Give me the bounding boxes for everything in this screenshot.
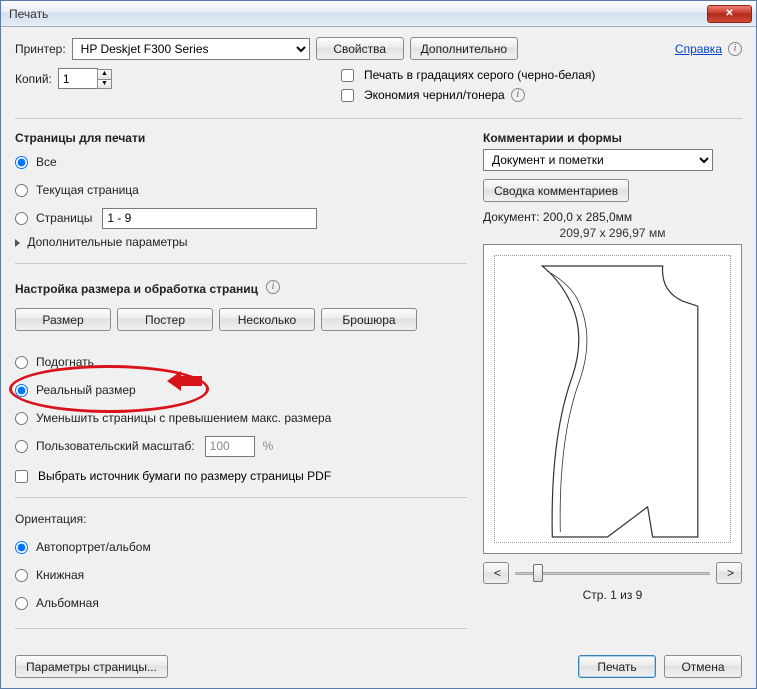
tab-multiple[interactable]: Несколько bbox=[219, 308, 315, 331]
expand-arrow-icon bbox=[15, 239, 20, 247]
advanced-button[interactable]: Дополнительно bbox=[410, 37, 518, 60]
cancel-button[interactable]: Отмена bbox=[664, 655, 742, 678]
page-setup-button[interactable]: Параметры страницы... bbox=[15, 655, 168, 678]
more-options-label: Дополнительные параметры bbox=[27, 235, 187, 249]
properties-button[interactable]: Свойства bbox=[316, 37, 404, 60]
fit-radio[interactable] bbox=[15, 356, 28, 369]
pages-current-row[interactable]: Текущая страница bbox=[15, 179, 467, 201]
actual-size-label: Реальный размер bbox=[36, 383, 136, 397]
inksave-label: Экономия чернил/тонера bbox=[364, 88, 505, 102]
spinner-up-icon[interactable]: ▲ bbox=[97, 69, 112, 79]
titlebar[interactable]: Печать ✕ bbox=[1, 1, 756, 27]
pages-all-label: Все bbox=[36, 155, 57, 169]
orientation-title: Ориентация: bbox=[15, 512, 467, 526]
tab-booklet[interactable]: Брошюра bbox=[321, 308, 417, 331]
window-title: Печать bbox=[9, 7, 707, 21]
slider-thumb[interactable] bbox=[533, 564, 543, 582]
percent-label: % bbox=[263, 439, 274, 453]
custom-scale-input bbox=[205, 436, 255, 457]
custom-scale-radio[interactable] bbox=[15, 440, 28, 453]
orient-auto-radio[interactable] bbox=[15, 541, 28, 554]
orient-landscape-radio[interactable] bbox=[15, 597, 28, 610]
shrink-label: Уменьшить страницы с превышением макс. р… bbox=[36, 411, 331, 425]
paper-source-row[interactable]: Выбрать источник бумаги по размеру стран… bbox=[15, 469, 467, 483]
actual-size-radio[interactable] bbox=[15, 384, 28, 397]
shrink-row[interactable]: Уменьшить страницы с превышением макс. р… bbox=[15, 407, 467, 429]
orient-portrait-row[interactable]: Книжная bbox=[15, 564, 467, 586]
copies-spinner[interactable]: ▲ ▼ bbox=[97, 69, 112, 89]
fit-label: Подогнать bbox=[36, 355, 94, 369]
comments-select[interactable]: Документ и пометки bbox=[483, 149, 713, 171]
tab-poster[interactable]: Постер bbox=[117, 308, 213, 331]
more-options-toggle[interactable]: Дополнительные параметры bbox=[15, 235, 467, 249]
custom-scale-label: Пользовательский масштаб: bbox=[36, 439, 195, 453]
page-indicator: Стр. 1 из 9 bbox=[483, 588, 742, 602]
comments-title: Комментарии и формы bbox=[483, 131, 742, 145]
copies-label: Копий: bbox=[15, 72, 52, 86]
pages-range-input[interactable] bbox=[102, 208, 317, 229]
pages-all-row[interactable]: Все bbox=[15, 151, 467, 173]
custom-scale-row[interactable]: Пользовательский масштаб: % bbox=[15, 435, 467, 457]
preview-next-button[interactable]: > bbox=[716, 562, 742, 584]
preview-page bbox=[494, 255, 731, 543]
pages-range-label: Страницы bbox=[36, 211, 92, 225]
printer-label: Принтер: bbox=[15, 42, 66, 56]
pages-section-title: Страницы для печати bbox=[15, 131, 467, 145]
spinner-down-icon[interactable]: ▼ bbox=[97, 79, 112, 89]
pages-range-row[interactable]: Страницы bbox=[15, 207, 467, 229]
help-icon[interactable]: i bbox=[728, 42, 742, 56]
copies-input[interactable] bbox=[58, 68, 98, 89]
inksave-checkbox-row[interactable]: Экономия чернил/тонера i bbox=[341, 88, 595, 102]
slider-track bbox=[515, 572, 710, 575]
preview-slider[interactable] bbox=[515, 562, 710, 584]
pages-all-radio[interactable] bbox=[15, 156, 28, 169]
document-dimensions: Документ: 200,0 x 285,0мм bbox=[483, 210, 742, 224]
inksave-info-icon[interactable]: i bbox=[511, 88, 525, 102]
orient-portrait-radio[interactable] bbox=[15, 569, 28, 582]
paper-source-label: Выбрать источник бумаги по размеру стран… bbox=[38, 469, 331, 483]
actual-size-row[interactable]: Реальный размер bbox=[15, 379, 467, 401]
comments-summary-button[interactable]: Сводка комментариев bbox=[483, 179, 629, 202]
print-button[interactable]: Печать bbox=[578, 655, 656, 678]
pages-current-label: Текущая страница bbox=[36, 183, 139, 197]
pages-range-radio[interactable] bbox=[15, 212, 28, 225]
close-button[interactable]: ✕ bbox=[707, 5, 752, 23]
preview-pane bbox=[483, 244, 742, 554]
grayscale-checkbox-row[interactable]: Печать в градациях серого (черно-белая) bbox=[341, 68, 595, 82]
fit-row[interactable]: Подогнать bbox=[15, 351, 467, 373]
orient-landscape-row[interactable]: Альбомная bbox=[15, 592, 467, 614]
paper-source-checkbox[interactable] bbox=[15, 470, 28, 483]
preview-prev-button[interactable]: < bbox=[483, 562, 509, 584]
sizing-info-icon[interactable]: i bbox=[266, 280, 280, 294]
orient-auto-label: Автопортрет/альбом bbox=[36, 540, 151, 554]
tab-size[interactable]: Размер bbox=[15, 308, 111, 331]
printer-select[interactable]: HP Deskjet F300 Series bbox=[72, 38, 310, 60]
inksave-checkbox[interactable] bbox=[341, 89, 354, 102]
grayscale-checkbox[interactable] bbox=[341, 69, 354, 82]
sizing-title: Настройка размера и обработка страниц bbox=[15, 282, 258, 296]
grayscale-label: Печать в градациях серого (черно-белая) bbox=[364, 68, 595, 82]
paper-dimensions: 209,97 x 296,97 мм bbox=[483, 226, 742, 240]
print-dialog: Печать ✕ Принтер: HP Deskjet F300 Series… bbox=[0, 0, 757, 689]
shrink-radio[interactable] bbox=[15, 412, 28, 425]
orient-portrait-label: Книжная bbox=[36, 568, 84, 582]
pages-current-radio[interactable] bbox=[15, 184, 28, 197]
orient-landscape-label: Альбомная bbox=[36, 596, 99, 610]
help-link[interactable]: Справка bbox=[675, 42, 722, 56]
orient-auto-row[interactable]: Автопортрет/альбом bbox=[15, 536, 467, 558]
preview-pattern-icon bbox=[495, 256, 730, 542]
